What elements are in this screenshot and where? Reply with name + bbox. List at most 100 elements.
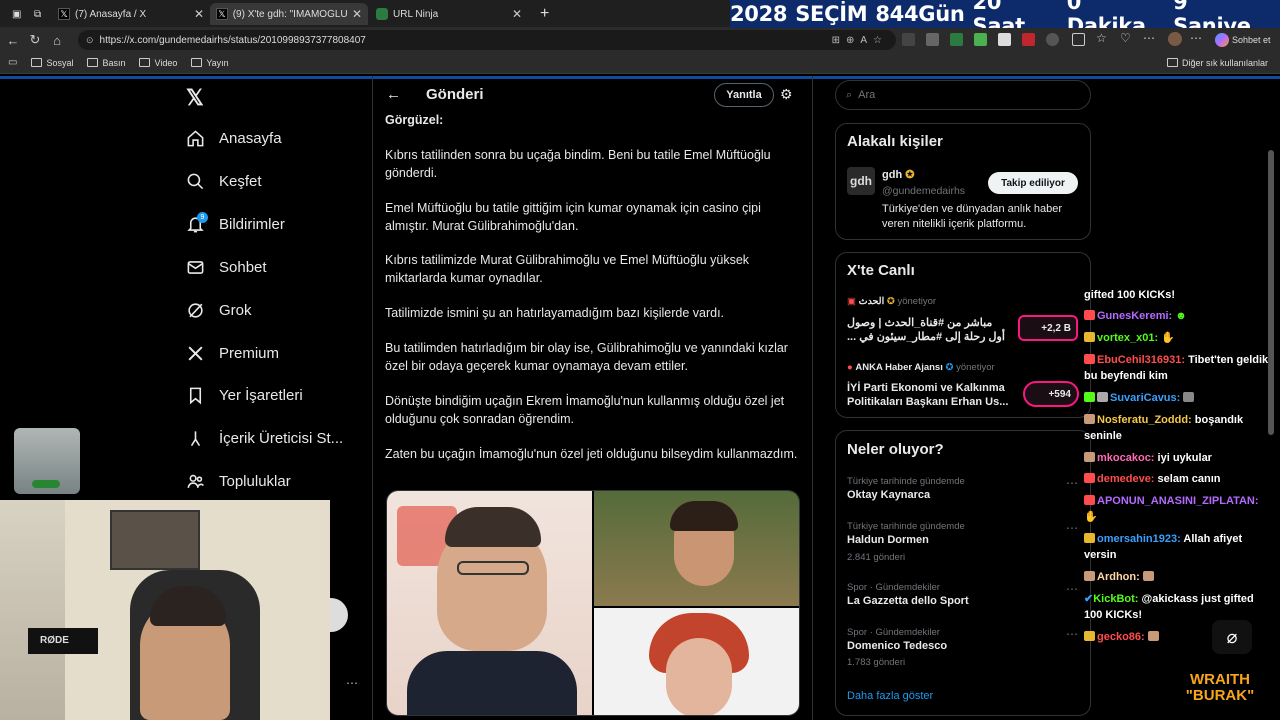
more-options-icon[interactable]: ⋯ <box>1066 627 1078 641</box>
other-bookmarks[interactable]: Diğer sık kullanılanlar <box>1166 58 1268 68</box>
badge-icon <box>1084 533 1095 543</box>
menu-dots-icon[interactable]: ⋯ <box>1190 31 1202 45</box>
heart-icon[interactable]: ♡ <box>1120 31 1131 45</box>
live-listeners[interactable]: +2,2 B <box>1018 315 1078 341</box>
page-title: Gönderi <box>426 86 484 103</box>
home-icon[interactable]: ⌂ <box>46 29 68 51</box>
reload-icon[interactable]: ↻ <box>24 29 46 51</box>
favorites-icon[interactable]: ☆ <box>1096 31 1107 45</box>
post-image-2[interactable] <box>594 491 799 606</box>
x-logo-icon: 𝕏 <box>216 8 228 20</box>
url-bar[interactable]: ⊙ https://x.com/gundemedairhs/status/201… <box>78 30 896 50</box>
copilot-chat-button[interactable]: Sohbet et <box>1215 31 1271 49</box>
extension-icon[interactable] <box>902 33 915 46</box>
extension-icon[interactable] <box>998 33 1011 46</box>
more-options-icon[interactable]: ⋯ <box>1066 521 1078 535</box>
bookmark-folder-yayin[interactable]: Yayın <box>191 58 229 68</box>
bookmark-folder-video[interactable]: Video <box>139 58 177 68</box>
trend-name[interactable]: Oktay Kaynarca <box>847 489 930 501</box>
extension-icon[interactable] <box>926 33 939 46</box>
folder-icon <box>139 58 151 67</box>
sidebar-item-icerik-ureticisi[interactable]: İçerik Üreticisi St... <box>186 429 343 448</box>
tab-url-ninja[interactable]: URL Ninja ✕ <box>370 3 528 25</box>
split-screen-icon[interactable] <box>1072 33 1085 46</box>
man-suit <box>407 651 577 715</box>
sidebar-item-kesfet[interactable]: Keşfet <box>186 172 262 191</box>
close-tab-icon[interactable]: ✕ <box>352 7 362 21</box>
extensions-puzzle-icon[interactable] <box>1046 33 1059 46</box>
post-image-3[interactable] <box>594 608 799 715</box>
woman-hair <box>670 501 738 531</box>
trend-context: Spor · Gündemdekiler <box>847 582 940 593</box>
channel-logo: WRAITH "BURAK" <box>1160 656 1280 720</box>
tab-gdh-post[interactable]: 𝕏 (9) X'te gdh: "İMAMOĞLU'NUN Ö..." ✕ <box>210 3 368 25</box>
extension-icon[interactable] <box>974 33 987 46</box>
man-hair <box>445 507 541 547</box>
more-menu-icon[interactable]: ⋯ <box>1143 31 1155 45</box>
sidebar-item-premium[interactable]: Premium <box>186 344 279 363</box>
following-button[interactable]: Takip ediliyor <box>988 172 1078 194</box>
post-media-grid[interactable] <box>386 490 800 716</box>
extension-icon[interactable] <box>1022 33 1035 46</box>
tab-actions-icon[interactable]: ▣ <box>6 3 27 25</box>
more-options-icon[interactable]: ⋯ <box>1066 476 1078 490</box>
reading-list-icon[interactable]: ▭ <box>8 57 17 68</box>
close-tab-icon[interactable]: ✕ <box>512 7 522 21</box>
new-tab-button[interactable]: + <box>534 3 555 25</box>
live-title[interactable]: مباشر من #قناة_الحدث | وصول أول رحلة إلى… <box>847 316 1009 344</box>
page-scrollbar[interactable] <box>1268 150 1274 435</box>
close-tab-icon[interactable]: ✕ <box>194 7 204 21</box>
home-icon <box>187 130 204 147</box>
account-handle: @gundemedairhs <box>882 185 966 197</box>
avatar[interactable]: gdh <box>847 167 875 195</box>
trend-name[interactable]: Domenico Tedesco <box>847 640 947 652</box>
show-more-link[interactable]: Daha fazla göster <box>847 690 933 702</box>
trend-name[interactable]: Haldun Dormen <box>847 534 929 546</box>
workspaces-icon[interactable]: ⧉ <box>28 3 47 25</box>
back-arrow-icon[interactable]: ← <box>386 86 401 103</box>
chat-message: GunesKeremi: ☻ <box>1084 308 1187 324</box>
search-input[interactable]: ⌕ Ara <box>835 80 1091 110</box>
badge-icon <box>1097 392 1108 402</box>
trend-name[interactable]: La Gazzetta dello Sport <box>847 595 969 607</box>
sidebar-item-anasayfa[interactable]: Anasayfa <box>186 129 282 148</box>
bookmark-folder-sosyal[interactable]: Sosyal <box>31 58 73 68</box>
url-actions-icons[interactable]: ⊞⊕A☆ <box>832 35 888 46</box>
bookmark-folder-basin[interactable]: Basın <box>87 58 125 68</box>
badge-icon <box>1084 495 1095 505</box>
grok-floating-icon[interactable]: ⌀ <box>1212 620 1252 654</box>
account-bio: Türkiye'den ve dünyadan anlık haber vere… <box>882 203 1063 230</box>
more-options-icon[interactable]: ⋯ <box>1066 582 1078 596</box>
chat-message: Nosferatu_Zoddd: boşandık seninle <box>1084 414 1244 442</box>
badge-icon <box>1084 392 1095 402</box>
live-title[interactable]: İYİ Parti Ekonomi ve Kalkınma Politikala… <box>847 381 1012 409</box>
webcam-feed: RØDE <box>0 500 330 720</box>
wall-frames <box>110 510 200 570</box>
post-image-1[interactable] <box>387 491 592 715</box>
site-info-icon[interactable]: ⊙ <box>86 35 94 46</box>
tab-anasayfa[interactable]: 𝕏 (7) Anasayfa / X ✕ <box>52 3 210 25</box>
grok-icon <box>188 303 203 318</box>
profile-avatar[interactable] <box>1168 32 1182 46</box>
live-listeners[interactable]: +594 <box>1023 381 1079 407</box>
chat-message: gifted 100 KICKs! <box>1084 289 1176 301</box>
post-paragraph: Zaten bu uçağın İmamoğlu'nun özel jeti o… <box>385 447 798 461</box>
trend-context: Spor · Gündemdekiler <box>847 627 940 638</box>
emote-icon <box>1183 392 1195 402</box>
stream-widget-cup <box>14 428 80 494</box>
extension-icon[interactable] <box>950 33 963 46</box>
trend-count: 2.841 gönderi <box>847 552 906 563</box>
settings-sliders-icon[interactable]: ⚙ <box>780 86 793 103</box>
sidebar-item-yer-isaretleri[interactable]: Yer İşaretleri <box>186 386 303 405</box>
back-icon[interactable]: ← <box>2 29 24 51</box>
countdown-label: SEÇİM <box>795 2 868 26</box>
account-name[interactable]: gdh ✪ <box>882 168 914 181</box>
glasses-shape <box>457 561 529 575</box>
emote-icon: ☻ <box>1175 310 1187 322</box>
sidebar-item-topluluklar[interactable]: Topluluklar <box>186 472 291 491</box>
sidebar-item-grok[interactable]: Grok <box>186 301 252 320</box>
reply-button[interactable]: Yanıtla <box>714 83 774 107</box>
x-logo-icon[interactable]: 𝕏 <box>186 85 204 111</box>
more-dots-icon[interactable]: ⋯ <box>346 676 358 690</box>
sidebar-item-sohbet[interactable]: Sohbet <box>186 258 267 277</box>
